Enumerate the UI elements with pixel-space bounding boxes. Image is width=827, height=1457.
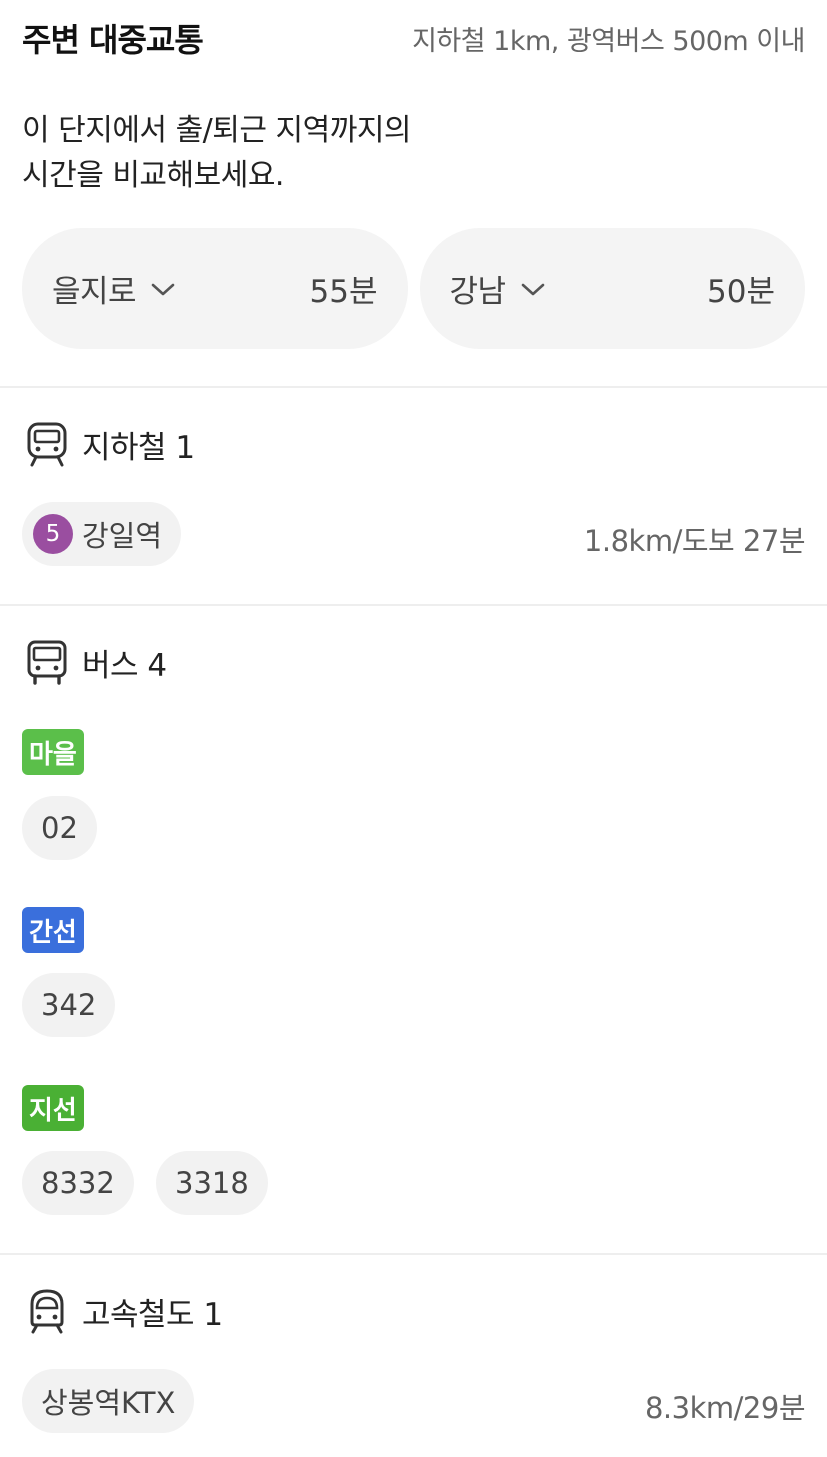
divider (0, 386, 827, 388)
chevron-down-icon (521, 283, 544, 295)
commute-time: 55분 (309, 274, 378, 310)
section-title: 주변 대중교통 (22, 21, 204, 59)
bus-route-chip[interactable]: 8332 (22, 1151, 134, 1215)
commute-selector-euljiro[interactable]: 을지로 55분 (22, 228, 408, 349)
commute-destination: 강남 (449, 274, 507, 310)
description-line: 시간을 비교해보세요. (22, 158, 284, 193)
divider (0, 1253, 827, 1255)
high-speed-train-icon (30, 1289, 64, 1334)
station-chip-gangil[interactable]: 5 강일역 (22, 502, 182, 566)
rail-distance: 8.3km/29분 (644, 1391, 806, 1425)
bus-icon (27, 640, 67, 685)
station-name: 강일역 (82, 519, 163, 553)
description-line: 이 단지에서 출/퇴근 지역까지의 (22, 113, 412, 148)
commute-description: 이 단지에서 출/퇴근 지역까지의 시간을 비교해보세요. (22, 108, 412, 198)
rail-section-header: 고속철도 1 (22, 1285, 223, 1337)
rail-station-chip[interactable]: 상봉역KTX (22, 1369, 195, 1433)
commute-destination: 을지로 (52, 274, 137, 310)
bus-route-chip[interactable]: 342 (22, 973, 116, 1037)
range-note: 지하철 1km, 광역버스 500m 이내 (412, 25, 805, 57)
bus-title: 버스 4 (82, 647, 167, 684)
bus-route-chip[interactable]: 02 (22, 796, 97, 860)
chevron-down-icon (151, 283, 175, 295)
commute-selector-gangnam[interactable]: 강남 50분 (419, 228, 805, 349)
commute-selectors: 을지로 55분 강남 50분 (22, 228, 805, 349)
station-distance: 1.8km/도보 27분 (583, 524, 806, 558)
subway-title: 지하철 1 (82, 429, 195, 466)
divider (0, 604, 827, 606)
commute-time: 50분 (707, 274, 775, 310)
subway-section-header: 지하철 1 (22, 418, 195, 470)
subway-icon (27, 422, 67, 467)
bus-type-tag-trunk: 간선 (22, 907, 84, 953)
bus-type-tag-village: 마을 (22, 729, 84, 775)
bus-route-chip[interactable]: 3318 (156, 1151, 268, 1215)
transit-header: 주변 대중교통 지하철 1km, 광역버스 500m 이내 (22, 14, 805, 62)
rail-title: 고속철도 1 (82, 1296, 223, 1333)
bus-type-tag-branch: 지선 (22, 1085, 84, 1131)
line-5-badge: 5 (33, 514, 73, 554)
bus-section-header: 버스 4 (22, 636, 167, 688)
